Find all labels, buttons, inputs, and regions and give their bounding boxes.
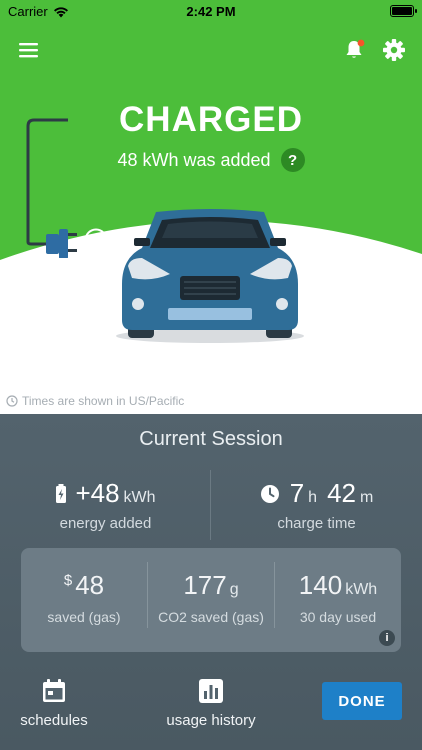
energy-used-label: 30 day used <box>299 609 377 625</box>
timezone-note-text: Times are shown in US/Pacific <box>22 394 185 408</box>
status-bar: Carrier 2:42 PM <box>0 0 422 24</box>
charge-time-label: charge time <box>277 515 356 532</box>
notification-dot <box>357 39 365 47</box>
money-saved-currency: $ <box>63 572 73 589</box>
check-circle-icon <box>84 228 108 252</box>
schedules-label: schedules <box>20 712 88 729</box>
money-saved-label: saved (gas) <box>47 609 121 625</box>
energy-used-stat: 140 kWh 30 day used <box>275 570 401 625</box>
plug-icon <box>26 118 108 258</box>
info-icon[interactable]: i <box>379 630 395 646</box>
current-session-panel: Current Session +48 kWh energy added 7 h… <box>0 414 422 750</box>
bar-chart-icon <box>199 679 223 703</box>
co2-saved-stat: 177 g CO2 saved (gas) <box>148 570 274 625</box>
bell-icon <box>346 39 365 58</box>
co2-saved-label: CO2 saved (gas) <box>158 609 264 625</box>
timezone-note: Times are shown in US/Pacific <box>6 394 184 408</box>
co2-saved-unit: g <box>229 581 239 598</box>
energy-used-unit: kWh <box>345 581 378 598</box>
status-time: 2:42 PM <box>186 4 236 19</box>
energy-used-value: 140 <box>298 570 343 600</box>
charge-time-hours: 7 <box>289 478 305 508</box>
energy-added-value: +48 <box>75 478 120 508</box>
usage-history-button[interactable]: usage history <box>162 678 260 729</box>
charge-time-minutes-unit: m <box>359 489 374 506</box>
calendar-icon <box>43 679 65 702</box>
usage-history-label: usage history <box>166 712 256 729</box>
done-button[interactable]: DONE <box>322 682 402 720</box>
energy-added-text: 48 kWh was added <box>117 149 271 170</box>
money-saved-value: 48 <box>75 570 105 600</box>
money-saved-stat: $ 48 saved (gas) <box>21 570 147 625</box>
charge-time-minutes: 42 <box>327 478 356 508</box>
car-illustration <box>116 209 304 343</box>
energy-added-label: energy added <box>59 515 152 532</box>
settings-button[interactable] <box>382 38 406 62</box>
clock-icon <box>260 484 279 503</box>
menu-button[interactable] <box>18 40 40 60</box>
help-icon[interactable]: ? <box>280 148 305 172</box>
energy-added-unit: kWh <box>123 489 156 506</box>
battery-icon <box>390 5 417 17</box>
gear-icon <box>383 39 405 61</box>
charge-time-metric: 7 h 42 m charge time <box>211 478 422 532</box>
charge-time-hours-unit: h <box>308 489 318 506</box>
energy-added-metric: +48 kWh energy added <box>0 478 211 532</box>
charge-status-hero: CHARGED 48 kWh was added ? Times are sho… <box>0 24 422 414</box>
schedules-button[interactable]: schedules <box>18 678 90 729</box>
session-title: Current Session <box>139 428 283 450</box>
co2-saved-value: 177 <box>183 570 227 600</box>
battery-charge-icon <box>56 483 67 503</box>
savings-card: $ 48 saved (gas) 177 g CO2 saved (gas) 1… <box>21 548 401 652</box>
notifications-button[interactable] <box>344 38 366 62</box>
clock-icon <box>6 395 18 407</box>
menu-icon <box>19 43 38 58</box>
